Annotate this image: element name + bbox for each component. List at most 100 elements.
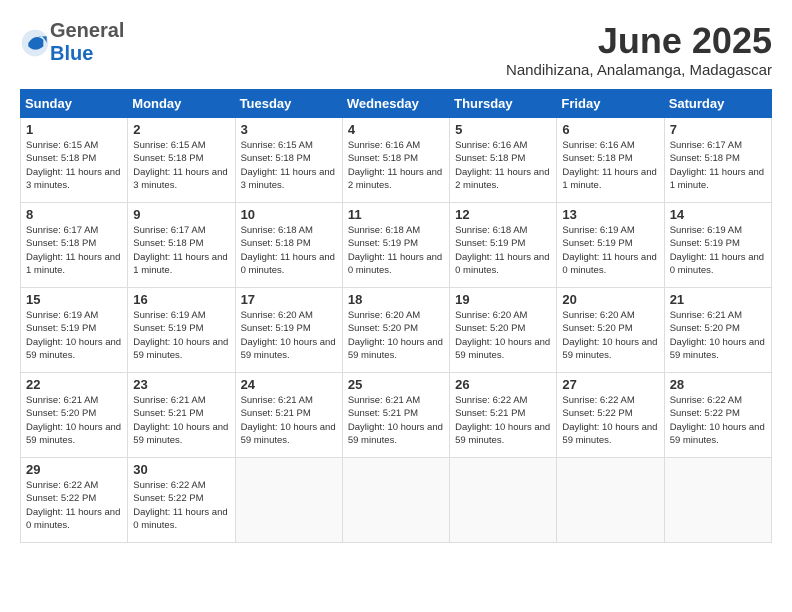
day-number: 4: [348, 122, 444, 137]
day-number: 28: [670, 377, 766, 392]
calendar-day-cell: 25 Sunrise: 6:21 AM Sunset: 5:21 PM Dayli…: [342, 373, 449, 458]
day-number: 13: [562, 207, 658, 222]
calendar-day-cell: 4Sunrise: 6:16 AM Sunset: 5:18 PM Daylig…: [342, 118, 449, 203]
calendar-day-cell: 12 Sunrise: 6:18 AM Sunset: 5:19 PM Dayli…: [450, 203, 557, 288]
month-title: June 2025: [506, 20, 772, 62]
calendar-day-cell: 2Sunrise: 6:15 AM Sunset: 5:18 PM Daylig…: [128, 118, 235, 203]
day-info: Sunrise: 6:15 AM Sunset: 5:18 PM Dayligh…: [241, 139, 337, 192]
day-of-week-header: Sunday: [21, 90, 128, 118]
day-of-week-header: Friday: [557, 90, 664, 118]
day-number: 5: [455, 122, 551, 137]
calendar-day-cell: 23 Sunrise: 6:21 AM Sunset: 5:21 PM Dayli…: [128, 373, 235, 458]
day-info: Sunrise: 6:22 AM Sunset: 5:22 PM Dayligh…: [133, 479, 229, 532]
calendar-week-row: 1 Sunrise: 6:15 AM Sunset: 5:18 PM Daylig…: [21, 118, 772, 203]
day-info: Sunrise: 6:16 AM Sunset: 5:18 PM Dayligh…: [562, 139, 658, 192]
calendar-day-cell: 8 Sunrise: 6:17 AM Sunset: 5:18 PM Daylig…: [21, 203, 128, 288]
day-number: 30: [133, 462, 229, 477]
calendar-day-cell: 3 Sunrise: 6:15 AM Sunset: 5:18 PM Daylig…: [235, 118, 342, 203]
calendar-day-cell: 30 Sunrise: 6:22 AM Sunset: 5:22 PM Dayli…: [128, 458, 235, 543]
calendar-week-row: 15 Sunrise: 6:19 AM Sunset: 5:19 PM Dayli…: [21, 288, 772, 373]
day-number: 20: [562, 292, 658, 307]
day-number: 14: [670, 207, 766, 222]
day-number: 3: [241, 122, 337, 137]
calendar-day-cell: 29Sunrise: 6:22 AM Sunset: 5:22 PM Dayli…: [21, 458, 128, 543]
day-number: 15: [26, 292, 122, 307]
calendar-day-cell: 7 Sunrise: 6:17 AM Sunset: 5:18 PM Daylig…: [664, 118, 771, 203]
calendar-week-row: 29Sunrise: 6:22 AM Sunset: 5:22 PM Dayli…: [21, 458, 772, 543]
day-info: Sunrise: 6:18 AM Sunset: 5:19 PM Dayligh…: [348, 224, 444, 277]
logo-general-text: General: [50, 20, 124, 42]
title-section: June 2025 Nandihizana, Analamanga, Madag…: [506, 20, 772, 79]
day-number: 25: [348, 377, 444, 392]
day-number: 1: [26, 122, 122, 137]
calendar-day-cell: 14 Sunrise: 6:19 AM Sunset: 5:19 PM Dayli…: [664, 203, 771, 288]
calendar-day-cell: 17 Sunrise: 6:20 AM Sunset: 5:19 PM Dayli…: [235, 288, 342, 373]
day-number: 10: [241, 207, 337, 222]
calendar-day-cell: 1 Sunrise: 6:15 AM Sunset: 5:18 PM Daylig…: [21, 118, 128, 203]
calendar-day-cell: [235, 458, 342, 543]
day-number: 17: [241, 292, 337, 307]
day-of-week-header: Saturday: [664, 90, 771, 118]
day-info: Sunrise: 6:21 AM Sunset: 5:21 PM Dayligh…: [133, 394, 229, 447]
day-number: 22: [26, 377, 122, 392]
day-number: 8: [26, 207, 122, 222]
day-of-week-header: Tuesday: [235, 90, 342, 118]
day-info: Sunrise: 6:21 AM Sunset: 5:20 PM Dayligh…: [670, 309, 766, 362]
day-info: Sunrise: 6:15 AM Sunset: 5:18 PM Dayligh…: [26, 139, 122, 192]
calendar-header-row: SundayMondayTuesdayWednesdayThursdayFrid…: [21, 90, 772, 118]
day-of-week-header: Wednesday: [342, 90, 449, 118]
day-number: 27: [562, 377, 658, 392]
calendar-week-row: 8 Sunrise: 6:17 AM Sunset: 5:18 PM Daylig…: [21, 203, 772, 288]
day-info: Sunrise: 6:20 AM Sunset: 5:20 PM Dayligh…: [455, 309, 551, 362]
day-number: 18: [348, 292, 444, 307]
calendar-day-cell: 26Sunrise: 6:22 AM Sunset: 5:21 PM Dayli…: [450, 373, 557, 458]
day-number: 24: [241, 377, 337, 392]
calendar-day-cell: 16Sunrise: 6:19 AM Sunset: 5:19 PM Dayli…: [128, 288, 235, 373]
day-of-week-header: Monday: [128, 90, 235, 118]
calendar-day-cell: 5 Sunrise: 6:16 AM Sunset: 5:18 PM Daylig…: [450, 118, 557, 203]
calendar-day-cell: [664, 458, 771, 543]
day-info: Sunrise: 6:18 AM Sunset: 5:19 PM Dayligh…: [455, 224, 551, 277]
day-info: Sunrise: 6:22 AM Sunset: 5:22 PM Dayligh…: [562, 394, 658, 447]
day-info: Sunrise: 6:17 AM Sunset: 5:18 PM Dayligh…: [26, 224, 122, 277]
calendar-day-cell: 13 Sunrise: 6:19 AM Sunset: 5:19 PM Dayli…: [557, 203, 664, 288]
location-subtitle: Nandihizana, Analamanga, Madagascar: [506, 62, 772, 79]
logo: General Blue: [20, 20, 124, 66]
calendar-day-cell: [450, 458, 557, 543]
day-number: 19: [455, 292, 551, 307]
calendar-day-cell: 27 Sunrise: 6:22 AM Sunset: 5:22 PM Dayli…: [557, 373, 664, 458]
calendar-day-cell: 19 Sunrise: 6:20 AM Sunset: 5:20 PM Dayli…: [450, 288, 557, 373]
calendar-day-cell: 18 Sunrise: 6:20 AM Sunset: 5:20 PM Dayli…: [342, 288, 449, 373]
calendar-day-cell: [557, 458, 664, 543]
day-info: Sunrise: 6:20 AM Sunset: 5:20 PM Dayligh…: [348, 309, 444, 362]
page-header: General Blue June 2025 Nandihizana, Anal…: [20, 20, 772, 79]
day-number: 23: [133, 377, 229, 392]
day-info: Sunrise: 6:16 AM Sunset: 5:18 PM Dayligh…: [455, 139, 551, 192]
day-info: Sunrise: 6:22 AM Sunset: 5:22 PM Dayligh…: [26, 479, 122, 532]
day-info: Sunrise: 6:19 AM Sunset: 5:19 PM Dayligh…: [562, 224, 658, 277]
day-info: Sunrise: 6:20 AM Sunset: 5:20 PM Dayligh…: [562, 309, 658, 362]
calendar-table: SundayMondayTuesdayWednesdayThursdayFrid…: [20, 89, 772, 543]
day-number: 26: [455, 377, 551, 392]
calendar-day-cell: 21Sunrise: 6:21 AM Sunset: 5:20 PM Dayli…: [664, 288, 771, 373]
day-info: Sunrise: 6:17 AM Sunset: 5:18 PM Dayligh…: [670, 139, 766, 192]
calendar-day-cell: 24Sunrise: 6:21 AM Sunset: 5:21 PM Dayli…: [235, 373, 342, 458]
calendar-day-cell: 6 Sunrise: 6:16 AM Sunset: 5:18 PM Daylig…: [557, 118, 664, 203]
day-number: 7: [670, 122, 766, 137]
day-info: Sunrise: 6:17 AM Sunset: 5:18 PM Dayligh…: [133, 224, 229, 277]
day-info: Sunrise: 6:19 AM Sunset: 5:19 PM Dayligh…: [670, 224, 766, 277]
day-number: 12: [455, 207, 551, 222]
calendar-day-cell: 22Sunrise: 6:21 AM Sunset: 5:20 PM Dayli…: [21, 373, 128, 458]
day-info: Sunrise: 6:19 AM Sunset: 5:19 PM Dayligh…: [26, 309, 122, 362]
day-info: Sunrise: 6:21 AM Sunset: 5:21 PM Dayligh…: [348, 394, 444, 447]
day-info: Sunrise: 6:20 AM Sunset: 5:19 PM Dayligh…: [241, 309, 337, 362]
logo-blue-text: Blue: [50, 43, 93, 65]
day-number: 2: [133, 122, 229, 137]
day-number: 11: [348, 207, 444, 222]
day-info: Sunrise: 6:18 AM Sunset: 5:18 PM Dayligh…: [241, 224, 337, 277]
calendar-day-cell: 15 Sunrise: 6:19 AM Sunset: 5:19 PM Dayli…: [21, 288, 128, 373]
day-number: 6: [562, 122, 658, 137]
calendar-day-cell: 9Sunrise: 6:17 AM Sunset: 5:18 PM Daylig…: [128, 203, 235, 288]
calendar-day-cell: [342, 458, 449, 543]
calendar-day-cell: 20 Sunrise: 6:20 AM Sunset: 5:20 PM Dayli…: [557, 288, 664, 373]
